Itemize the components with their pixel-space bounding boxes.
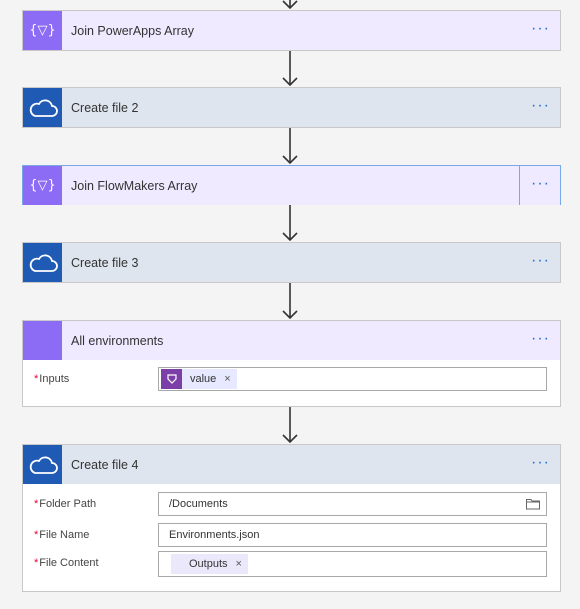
step-title: Create file 4 — [71, 457, 139, 472]
step-card-create-file-4[interactable]: Create file 4 ··· *Folder Path /Document… — [22, 444, 561, 592]
step-header[interactable]: Create file 3 — [23, 243, 560, 282]
step-card-all-environments[interactable]: All environments ··· *Inputs value × — [22, 320, 561, 407]
inputs-label: *Inputs — [34, 373, 70, 385]
step-title: Join PowerApps Array — [71, 23, 194, 38]
token-label: Outputs — [189, 558, 228, 570]
file-name-input[interactable]: Environments.json — [158, 523, 547, 547]
more-options-button[interactable]: ··· — [531, 455, 550, 471]
step-header[interactable]: {▽} Join FlowMakers Array — [23, 166, 560, 205]
step-card-create-file-3[interactable]: Create file 3 ··· — [22, 242, 561, 283]
more-options-button[interactable]: ··· — [531, 253, 550, 269]
file-name-label: *File Name — [34, 529, 90, 541]
connector-arrow — [282, 0, 298, 10]
folder-path-value: /Documents — [169, 498, 228, 510]
step-title: Create file 3 — [71, 255, 139, 270]
connector-arrow — [282, 407, 298, 444]
connector-arrow — [282, 51, 298, 87]
dynamic-content-token[interactable]: Outputs × — [171, 554, 248, 574]
compose-icon: {▽} — [23, 166, 62, 205]
step-header[interactable]: Create file 4 — [23, 445, 560, 484]
inputs-field[interactable]: value × — [158, 367, 547, 391]
more-options-button[interactable]: ··· — [531, 98, 550, 114]
step-header[interactable]: All environments — [23, 321, 560, 360]
remove-token-icon[interactable]: × — [224, 373, 230, 385]
folder-path-input[interactable]: /Documents — [158, 492, 547, 516]
step-title: Create file 2 — [71, 100, 139, 115]
folder-path-label: *Folder Path — [34, 498, 97, 510]
more-options-button[interactable]: ··· — [531, 21, 550, 37]
step-title: Join FlowMakers Array — [71, 178, 198, 193]
step-title: All environments — [71, 333, 164, 348]
step-card-create-file-2[interactable]: Create file 2 ··· — [22, 87, 561, 128]
file-content-input[interactable]: Outputs × — [158, 551, 547, 577]
compose-icon — [23, 321, 62, 360]
file-name-value: Environments.json — [169, 529, 260, 541]
selection-divider — [519, 165, 520, 205]
step-header[interactable]: {▽} Join PowerApps Array — [23, 11, 560, 50]
remove-token-icon[interactable]: × — [236, 558, 242, 570]
step-card-join-powerapps-array[interactable]: {▽} Join PowerApps Array ··· — [22, 10, 561, 51]
file-content-label: *File Content — [34, 557, 99, 569]
connector-arrow — [282, 205, 298, 242]
compose-token-icon — [171, 554, 189, 574]
dynamic-content-token[interactable]: value × — [161, 369, 237, 389]
step-card-join-flowmakers-array[interactable]: {▽} Join FlowMakers Array ··· — [22, 165, 561, 205]
connector-arrow — [282, 128, 298, 165]
step-header[interactable]: Create file 2 — [23, 88, 560, 127]
more-options-button[interactable]: ··· — [531, 331, 550, 347]
onedrive-cloud-icon — [23, 243, 62, 282]
onedrive-cloud-icon — [23, 445, 62, 484]
connector-arrow — [282, 283, 298, 320]
folder-picker-icon[interactable] — [526, 498, 540, 513]
compose-icon: {▽} — [23, 11, 62, 50]
onedrive-cloud-icon — [23, 88, 62, 127]
dataverse-icon — [161, 369, 182, 389]
more-options-button[interactable]: ··· — [531, 176, 550, 192]
token-label: value — [190, 373, 217, 385]
